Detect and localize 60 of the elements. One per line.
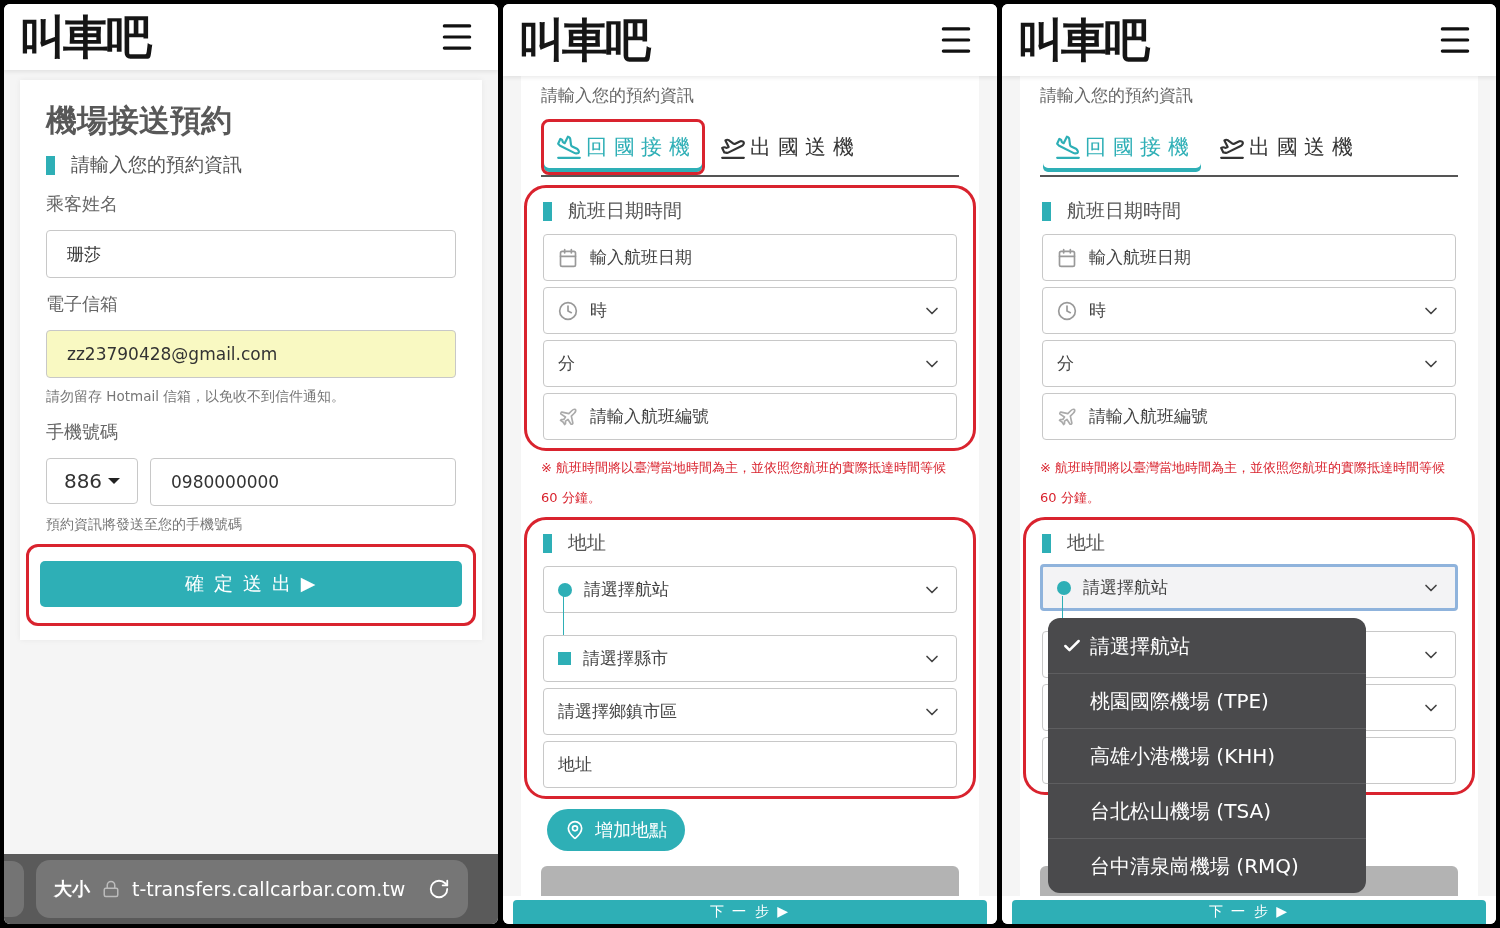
select-field[interactable]: 請選擇鄉鎮市區 [543, 688, 957, 735]
select-field[interactable]: 分 [1042, 340, 1456, 387]
field-label: 乘客姓名 [46, 192, 119, 216]
input-field[interactable]: 珊莎 [46, 230, 456, 278]
section-title: 地址 [1067, 530, 1105, 555]
dot-icon [558, 582, 572, 597]
plane-icon [1057, 406, 1077, 427]
select-field[interactable]: 請選擇航站 [1040, 564, 1458, 611]
select-field[interactable]: 時 [1042, 287, 1456, 334]
input-field[interactable]: 請輸入航班編號 [543, 393, 957, 440]
section-marker [1042, 533, 1051, 553]
plane-icon [558, 406, 578, 427]
hint-text: 請勿留存 Hotmail 信箱，以免收不到信件通知。 [46, 388, 347, 406]
input-field[interactable]: zz23790428@gmail.com [46, 330, 456, 378]
address-bar[interactable]: 大小 t-transfers.callcarbar.com.tw [36, 860, 468, 918]
logo[interactable]: 叫車吧 [20, 14, 149, 60]
section-title: 地址 [568, 530, 606, 555]
section-marker [543, 533, 552, 553]
input-field[interactable]: 輸入航班日期 [543, 234, 957, 281]
caret-icon [108, 478, 121, 484]
plane-landing-icon [1055, 134, 1081, 160]
field-label: 電子信箱 [46, 292, 119, 316]
menu-item[interactable]: 台北松山機場 (TSA) [1048, 783, 1366, 838]
square-icon [558, 652, 571, 665]
select-field[interactable]: 時 [543, 287, 957, 334]
lock-icon [102, 880, 120, 898]
plane-landing-icon [556, 134, 582, 160]
input-field[interactable]: 0980000000 [150, 458, 456, 506]
map-pin-icon [565, 820, 585, 840]
logo[interactable]: 叫車吧 [1018, 17, 1147, 63]
logo[interactable]: 叫車吧 [519, 17, 648, 63]
section-marker [543, 201, 552, 221]
notice-text: ※ 航班時間將以臺灣當地時間為主，並依照您航班的實際抵達時間等候 60 分鐘。 [1040, 459, 1447, 507]
calendar-icon [558, 247, 578, 268]
country-code-select[interactable]: 886 [46, 458, 138, 504]
input-field[interactable]: 輸入航班日期 [1042, 234, 1456, 281]
calendar-icon [1057, 247, 1077, 268]
intro-text: 請輸入您的預約資訊 [1040, 84, 1194, 107]
select-field[interactable]: 請選擇縣市 [543, 635, 957, 682]
section-title: 航班日期時間 [1067, 198, 1181, 223]
select-field[interactable]: 請選擇航站 [543, 566, 957, 613]
reload-icon[interactable] [428, 878, 450, 900]
section-title: 航班日期時間 [568, 198, 682, 223]
clock-icon [558, 300, 578, 321]
section-marker [46, 155, 55, 175]
intro-text: 請輸入您的預約資訊 [541, 84, 695, 107]
clock-icon [1057, 300, 1077, 321]
notice-text: ※ 航班時間將以臺灣當地時間為主，並依照您航班的實際抵達時間等候 60 分鐘。 [541, 459, 948, 507]
menu-item[interactable]: 請選擇航站 [1048, 618, 1366, 673]
text-size-button[interactable]: 大小 [54, 877, 90, 901]
section-title: 請輸入您的預約資訊 [71, 152, 242, 177]
url-text: t-transfers.callcarbar.com.tw [132, 878, 407, 900]
input-field[interactable]: 請輸入航班編號 [1042, 393, 1456, 440]
page-title: 機場接送預約 [46, 101, 233, 140]
field-label: 手機號碼 [46, 420, 119, 444]
dot-icon [1057, 580, 1071, 595]
section-marker [1042, 201, 1051, 221]
input-field[interactable]: 地址 [543, 741, 957, 788]
select-field[interactable]: 分 [543, 340, 957, 387]
hint-text: 預約資訊將發送至您的手機號碼 [46, 516, 243, 534]
